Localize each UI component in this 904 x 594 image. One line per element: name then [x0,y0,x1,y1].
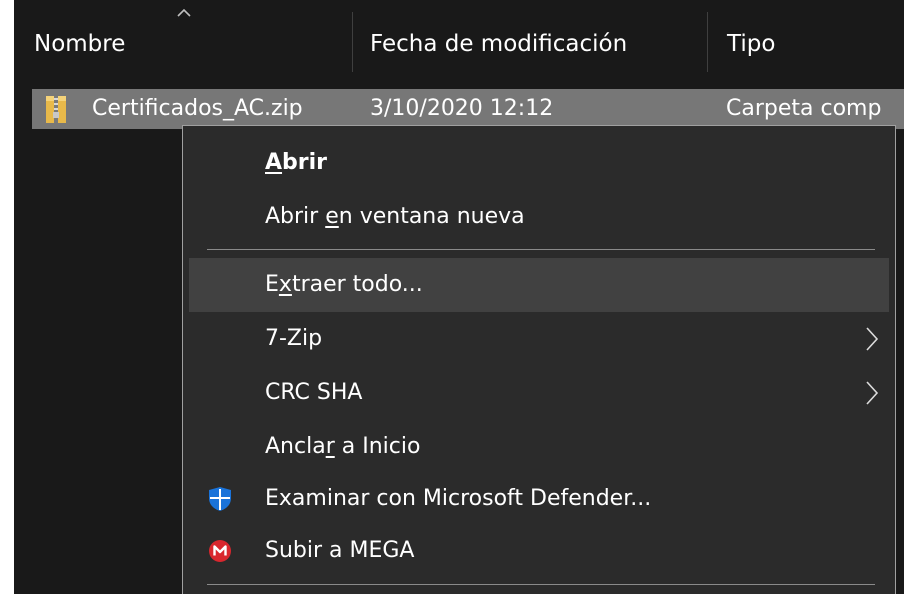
menu-item-abrir[interactable]: Abrir [189,136,889,190]
file-date: 3/10/2020 12:12 [370,96,554,121]
column-name-header[interactable]: Nombre [34,0,350,88]
menu-item-label: Extraer todo... [265,272,423,297]
chevron-right-icon [866,327,879,351]
menu-item-examinar-defender[interactable]: Examinar con Microsoft Defender... [189,472,889,526]
column-divider[interactable] [707,12,708,72]
menu-item-label: Abrir [265,150,328,175]
file-name: Certificados_AC.zip [92,96,303,121]
menu-item-label: CRC SHA [265,380,363,405]
menu-item-label: Abrir en ventana nueva [265,204,525,229]
menu-item-7-zip[interactable]: 7-Zip [189,312,889,366]
column-date-header[interactable]: Fecha de modificación [370,0,700,88]
mega-icon [209,540,231,562]
file-row[interactable]: Certificados_AC.zip 3/10/2020 12:12 Carp… [32,89,904,129]
column-type-header[interactable]: Tipo [727,0,904,88]
menu-separator [207,584,875,585]
column-header: Nombre Fecha de modificación Tipo [14,0,904,88]
context-menu: Abrir Abrir en ventana nueva Extraer tod… [182,125,896,594]
menu-item-anclar-a-inicio[interactable]: Anclar a Inicio [189,420,889,474]
menu-item-label: Subir a MEGA [265,538,415,563]
menu-item-extraer-todo[interactable]: Extraer todo... [189,258,889,312]
file-explorer-view: Nombre Fecha de modificación Tipo Certif… [14,0,904,594]
file-type: Carpeta comp [726,96,882,121]
menu-item-abrir-en-ventana-nueva[interactable]: Abrir en ventana nueva [189,190,889,244]
menu-item-subir-a-mega[interactable]: Subir a MEGA [189,524,889,578]
column-divider[interactable] [352,12,353,72]
menu-item-label: Examinar con Microsoft Defender... [265,486,652,511]
menu-separator [207,249,875,250]
chevron-right-icon [866,381,879,405]
zip-folder-icon [46,96,66,123]
menu-item-label: 7-Zip [265,326,323,351]
menu-item-crc-sha[interactable]: CRC SHA [189,366,889,420]
defender-shield-icon [209,487,231,511]
menu-item-label: Anclar a Inicio [265,434,421,459]
